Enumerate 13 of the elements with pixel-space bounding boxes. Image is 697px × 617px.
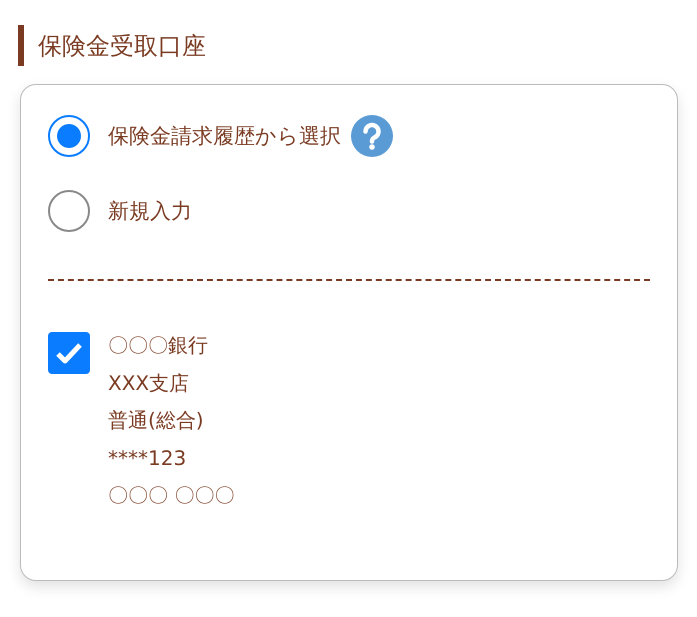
radio-button[interactable] xyxy=(48,115,90,157)
account-detail: 〇〇〇 〇〇〇 xyxy=(108,482,234,509)
account-detail: ****123 xyxy=(108,444,188,472)
check-icon xyxy=(55,341,83,365)
option-label[interactable]: 新規入力 xyxy=(108,197,192,225)
section-title: 保険金受取口座 xyxy=(38,30,206,62)
radio-button[interactable] xyxy=(48,190,90,232)
option-label[interactable]: 保険金請求履歴から選択 xyxy=(108,122,341,150)
help-icon[interactable] xyxy=(351,115,393,157)
checkbox[interactable] xyxy=(48,332,90,374)
account-detail: XXX支店 xyxy=(108,370,190,396)
account-detail: 〇〇〇銀行 xyxy=(108,332,209,359)
account-detail: 普通(総合) xyxy=(108,407,205,434)
